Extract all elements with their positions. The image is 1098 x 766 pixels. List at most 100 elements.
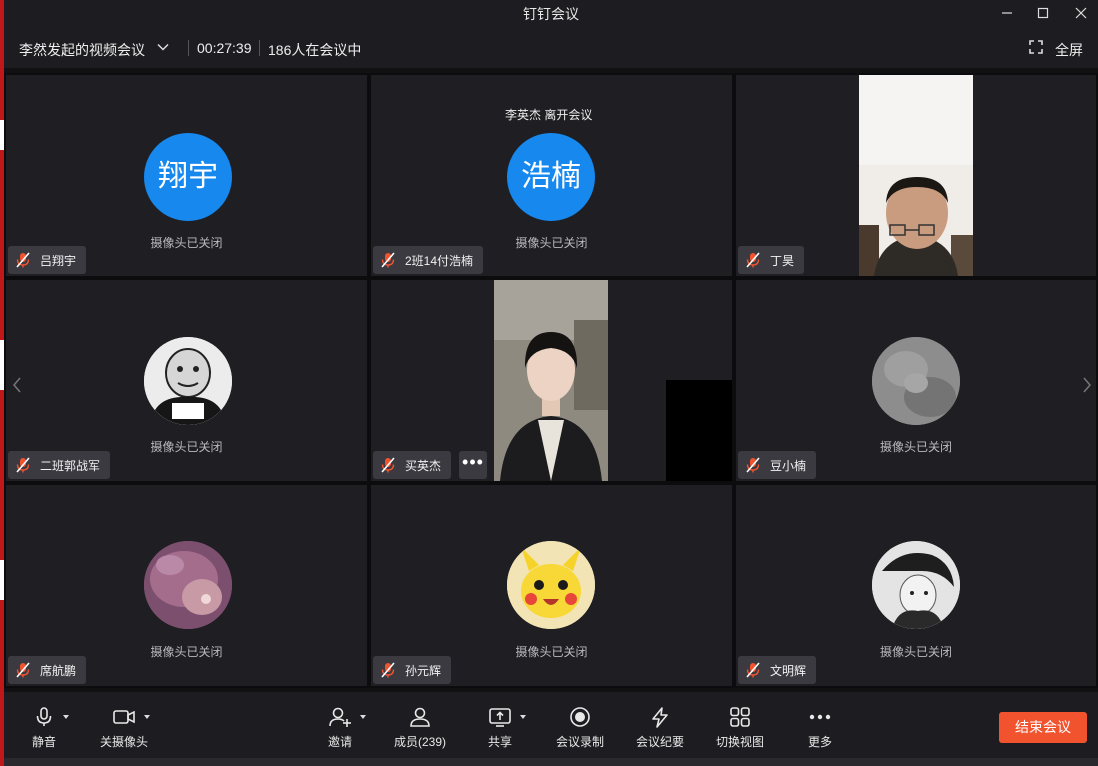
mic-muted-icon: [16, 457, 30, 473]
next-page-icon[interactable]: [1080, 375, 1094, 395]
fullscreen-icon[interactable]: [1029, 40, 1043, 54]
minutes-label: 会议纪要: [635, 735, 684, 749]
window-title: 钉钉会议: [523, 6, 579, 22]
video-grid: 翔宇 摄像头已关闭 吕翔宇 李英杰 离开会议 浩楠 摄像头已关闭 2班14付浩楠: [4, 73, 1098, 688]
participant-name: 席航鹏: [40, 663, 77, 678]
meeting-duration: 00:27:39: [197, 40, 252, 56]
switch-view-button[interactable]: 切换视图: [702, 702, 778, 754]
avatar: 浩楠: [507, 133, 595, 221]
microphone-icon: [36, 707, 52, 726]
mic-muted-icon: [381, 662, 395, 678]
name-badge: 豆小楠: [738, 451, 817, 479]
participant-tile[interactable]: 买英杰 •••: [371, 280, 732, 481]
mic-muted-icon: [746, 457, 760, 473]
name-badge: 孙元辉: [373, 656, 452, 684]
close-icon: [1075, 7, 1087, 19]
mic-muted-icon: [381, 252, 395, 268]
video-feed: [859, 75, 973, 276]
add-person-icon: [329, 707, 351, 727]
name-badge: 买英杰: [373, 451, 452, 479]
avatar: [144, 541, 232, 629]
mic-muted-icon: [381, 457, 395, 473]
camera-options-caret[interactable]: [144, 715, 150, 719]
minimize-button[interactable]: [996, 2, 1018, 24]
invite-options-caret[interactable]: [360, 715, 366, 719]
mic-muted-icon: [16, 252, 30, 268]
participant-tile[interactable]: 摄像头已关闭 豆小楠: [736, 280, 1096, 481]
more-dots-icon: [809, 714, 831, 720]
maximize-icon: [1037, 7, 1049, 19]
mic-muted-icon: [746, 662, 760, 678]
mic-muted-icon: [746, 252, 760, 268]
grid-view-icon: [730, 707, 750, 727]
meeting-info-bar: 李然发起的视频会议 00:27:39 186人在会议中 全屏: [4, 26, 1098, 68]
fullscreen-button[interactable]: 全屏: [1055, 40, 1083, 60]
chevron-down-icon[interactable]: [156, 40, 170, 54]
participant-name: 买英杰: [405, 458, 442, 473]
participant-count: 186人在会议中: [268, 42, 362, 58]
participant-name: 丁昊: [770, 253, 795, 268]
participant-tile[interactable]: 摄像头已关闭 孙元辉: [371, 485, 732, 686]
share-options-caret[interactable]: [520, 715, 526, 719]
camera-button[interactable]: 关摄像头: [86, 702, 162, 754]
more-options-button[interactable]: •••: [459, 451, 487, 479]
avatar: [872, 337, 960, 425]
name-badge: 文明辉: [738, 656, 817, 684]
lightning-icon: [652, 707, 668, 728]
record-label: 会议录制: [555, 735, 604, 749]
members-icon: [410, 707, 430, 727]
close-button[interactable]: [1070, 2, 1092, 24]
participant-tile[interactable]: 摄像头已关闭 席航鹏: [6, 485, 367, 686]
name-badge: 吕翔宇: [8, 246, 87, 274]
participant-name: 文明辉: [770, 663, 807, 678]
participant-name: 孙元辉: [405, 663, 442, 678]
more-label: 更多: [807, 735, 832, 749]
participant-tile[interactable]: 丁昊: [736, 75, 1096, 276]
video-feed: [494, 280, 608, 481]
record-button[interactable]: 会议录制: [542, 702, 618, 754]
maximize-button[interactable]: [1032, 2, 1054, 24]
screen-share-icon: [489, 708, 511, 727]
video-thumbnail: [666, 380, 732, 481]
end-meeting-button[interactable]: 结束会议: [999, 712, 1087, 743]
participant-name: 2班14付浩楠: [405, 253, 474, 268]
name-badge: 2班14付浩楠: [373, 246, 484, 274]
camera-label: 关摄像头: [99, 735, 148, 749]
leave-notice: 李英杰 离开会议: [505, 108, 593, 122]
name-badge: 丁昊: [738, 246, 805, 274]
name-badge: 二班郭战军: [8, 451, 111, 479]
participant-tile[interactable]: 摄像头已关闭 文明辉: [736, 485, 1096, 686]
avatar: [872, 541, 960, 629]
meeting-toolbar: 静音 关摄像头 邀请 成员(239) 共享 会议录制 会议纪要 切换视图 更多 …: [4, 692, 1098, 766]
members-button[interactable]: 成员(239): [382, 702, 458, 754]
mute-label: 静音: [31, 735, 56, 749]
mute-options-caret[interactable]: [63, 715, 69, 719]
previous-page-icon[interactable]: [10, 375, 24, 395]
participant-tile[interactable]: 李英杰 离开会议 浩楠 摄像头已关闭 2班14付浩楠: [371, 75, 732, 276]
divider: [188, 40, 189, 56]
mic-muted-icon: [16, 662, 30, 678]
avatar: [507, 541, 595, 629]
minutes-button[interactable]: 会议纪要: [622, 702, 698, 754]
mute-button[interactable]: 静音: [6, 702, 82, 754]
avatar: [144, 337, 232, 425]
minimize-icon: [1002, 12, 1012, 14]
camera-icon: [113, 710, 135, 724]
participant-tile[interactable]: 摄像头已关闭 二班郭战军: [6, 280, 367, 481]
switch-view-label: 切换视图: [715, 735, 764, 749]
share-label: 共享: [487, 735, 512, 749]
participant-name: 二班郭战军: [40, 458, 101, 473]
more-button[interactable]: 更多: [782, 702, 858, 754]
share-button[interactable]: 共享: [462, 702, 538, 754]
taskbar-strip: [4, 758, 1098, 766]
participant-tile[interactable]: 翔宇 摄像头已关闭 吕翔宇: [6, 75, 367, 276]
record-icon: [570, 707, 590, 727]
invite-button[interactable]: 邀请: [302, 702, 378, 754]
divider: [259, 40, 260, 56]
invite-label: 邀请: [327, 735, 352, 749]
title-bar: 钉钉会议: [4, 0, 1098, 26]
members-label: 成员(239): [393, 735, 446, 749]
participant-name: 豆小楠: [770, 458, 807, 473]
meeting-name[interactable]: 李然发起的视频会议: [19, 40, 145, 60]
name-badge: 席航鹏: [8, 656, 87, 684]
